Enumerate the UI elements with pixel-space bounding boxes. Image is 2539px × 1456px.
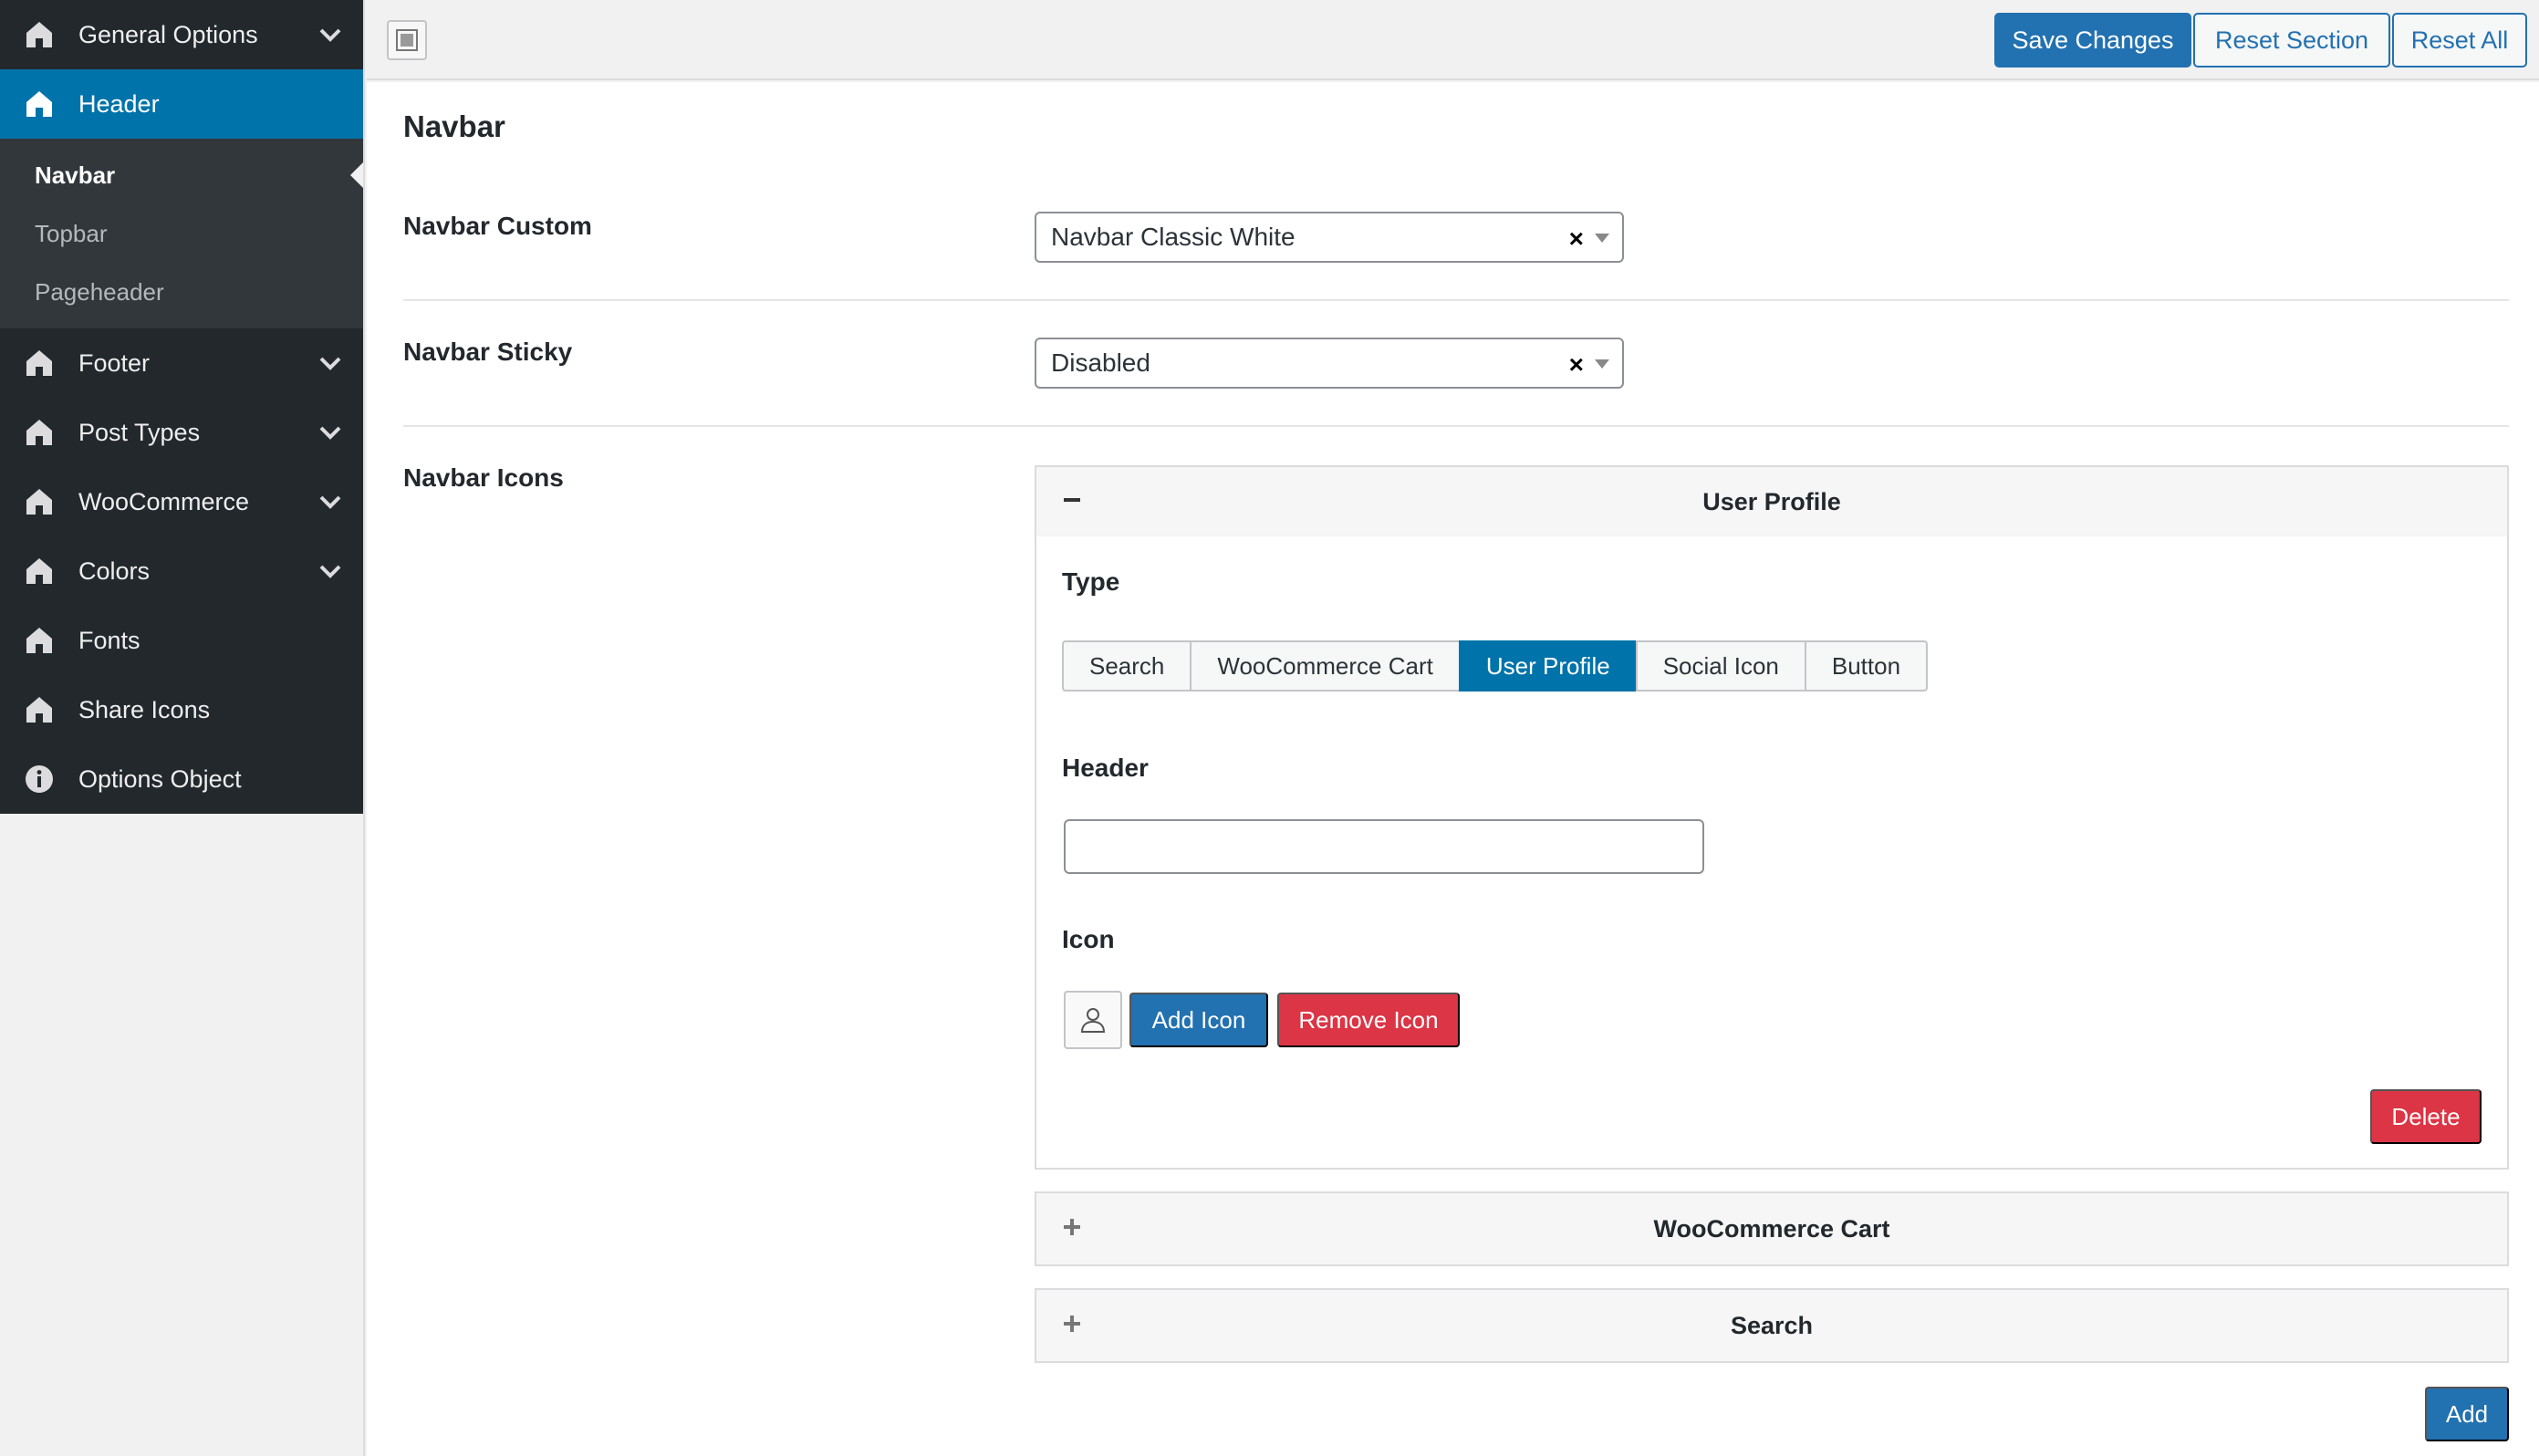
chevron-down-icon[interactable] <box>317 489 343 515</box>
sidebar-item-label: WooCommerce <box>78 487 250 515</box>
repeater-panel-title: Search <box>1730 1311 1814 1339</box>
current-indicator-arrow <box>350 162 363 188</box>
clear-selection-icon[interactable]: × <box>1569 224 1584 254</box>
clear-selection-icon[interactable]: × <box>1569 350 1584 380</box>
sidebar-item-share-icons[interactable]: Share Icons <box>0 675 363 744</box>
repeater-panel-title: WooCommerce Cart <box>1653 1214 1890 1243</box>
sidebar-submenu: Navbar Topbar Pageheader <box>0 139 363 328</box>
navbar-sticky-value: Disabled <box>1051 348 1150 377</box>
sidebar-item-label: Header <box>78 89 160 118</box>
type-button-set: Search WooCommerce Cart User Profile Soc… <box>1062 640 1929 692</box>
home-icon <box>24 348 55 379</box>
icon-label: Icon <box>1062 925 1115 953</box>
chevron-down-icon[interactable] <box>317 420 343 445</box>
chevron-down-icon[interactable] <box>317 350 343 376</box>
chevron-down-icon[interactable] <box>317 22 343 47</box>
navbar-icons-label: Navbar Icons <box>403 463 564 492</box>
remove-icon-button[interactable]: Remove Icon <box>1277 993 1460 1047</box>
home-icon <box>24 88 55 120</box>
sidebar-item-label: Colors <box>78 556 151 585</box>
sidebar-item-fonts[interactable]: Fonts <box>0 606 363 675</box>
repeater-panel-header[interactable]: WooCommerce Cart <box>1036 1193 2507 1264</box>
repeater-panel-woocommerce-cart: WooCommerce Cart <box>1035 1191 2509 1266</box>
navbar-sticky-label: Navbar Sticky <box>403 338 573 366</box>
expand-layout-icon[interactable] <box>387 20 427 60</box>
type-option-social-icon[interactable]: Social Icon <box>1635 640 1806 692</box>
repeater-panel-header[interactable]: Search <box>1036 1290 2507 1361</box>
sidebar-item-label: Footer <box>78 348 151 377</box>
home-icon <box>24 19 55 50</box>
header-text-input[interactable] <box>1064 819 1704 874</box>
submenu-item-topbar[interactable]: Topbar <box>0 204 363 263</box>
type-option-woocommerce-cart[interactable]: WooCommerce Cart <box>1190 640 1461 692</box>
navbar-custom-label: Navbar Custom <box>403 212 592 240</box>
home-icon <box>24 625 55 656</box>
save-changes-button[interactable]: Save Changes <box>1994 13 2191 68</box>
sidebar-item-label: Share Icons <box>78 695 211 723</box>
expand-plus-icon[interactable] <box>1058 1310 1086 1337</box>
repeater-panel-header[interactable]: User Profile <box>1036 467 2507 536</box>
section-title: Navbar <box>403 109 505 143</box>
submenu-item-label: Pageheader <box>35 277 164 306</box>
sidebar-item-header[interactable]: Header <box>0 69 363 139</box>
repeater-panel-title: User Profile <box>1702 487 1841 515</box>
sidebar-item-footer[interactable]: Footer <box>0 328 363 398</box>
type-option-user-profile[interactable]: User Profile <box>1458 640 1638 692</box>
user-icon <box>1064 991 1122 1049</box>
chevron-down-icon[interactable] <box>317 558 343 584</box>
submenu-item-navbar[interactable]: Navbar <box>0 146 363 204</box>
repeater-panel-user-profile: User Profile Type Search WooCommerce Car… <box>1035 465 2509 1170</box>
sidebar-item-label: Options Object <box>78 764 242 793</box>
navbar-sticky-select[interactable]: Disabled × <box>1035 338 1624 389</box>
navbar-custom-select[interactable]: Navbar Classic White × <box>1035 212 1624 263</box>
home-icon <box>24 556 55 587</box>
home-icon <box>24 486 55 517</box>
delete-button[interactable]: Delete <box>2370 1089 2482 1144</box>
sidebar-item-woocommerce[interactable]: WooCommerce <box>0 467 363 536</box>
collapse-minus-icon[interactable] <box>1058 487 1086 515</box>
sidebar: General Options Header Navbar Topbar Pag… <box>0 0 365 1456</box>
top-bar: Save Changes Reset Section Reset All <box>367 0 2539 80</box>
sidebar-menu: General Options Header Navbar Topbar Pag… <box>0 0 363 814</box>
repeater-panel-search: Search <box>1035 1288 2509 1363</box>
info-icon <box>24 764 55 795</box>
type-option-search[interactable]: Search <box>1062 640 1192 692</box>
dropdown-caret-icon[interactable] <box>1595 234 1609 243</box>
sidebar-item-label: Fonts <box>78 626 140 654</box>
sidebar-item-post-types[interactable]: Post Types <box>0 398 363 467</box>
navbar-custom-value: Navbar Classic White <box>1051 223 1296 251</box>
submenu-item-label: Navbar <box>35 161 116 189</box>
field-divider <box>403 425 2509 427</box>
sidebar-item-options-object[interactable]: Options Object <box>0 744 363 814</box>
reset-all-button[interactable]: Reset All <box>2392 13 2527 68</box>
sidebar-item-general-options[interactable]: General Options <box>0 0 363 69</box>
sidebar-item-label: Post Types <box>78 418 201 446</box>
sidebar-item-colors[interactable]: Colors <box>0 536 363 606</box>
dropdown-caret-icon[interactable] <box>1595 359 1609 369</box>
type-label: Type <box>1062 567 1120 596</box>
sidebar-item-label: General Options <box>78 20 258 48</box>
home-icon <box>24 417 55 448</box>
add-repeater-item-button[interactable]: Add <box>2425 1387 2509 1441</box>
type-option-button[interactable]: Button <box>1804 640 1929 692</box>
reset-section-button[interactable]: Reset Section <box>2193 13 2390 68</box>
home-icon <box>24 694 55 725</box>
header-label: Header <box>1062 754 1149 782</box>
submenu-item-pageheader[interactable]: Pageheader <box>0 263 363 321</box>
submenu-item-label: Topbar <box>35 219 108 247</box>
add-icon-button[interactable]: Add Icon <box>1129 993 1268 1047</box>
field-divider <box>403 299 2509 301</box>
expand-plus-icon[interactable] <box>1058 1213 1086 1241</box>
main-content: Navbar Navbar Custom Navbar Classic Whit… <box>367 82 2539 1456</box>
